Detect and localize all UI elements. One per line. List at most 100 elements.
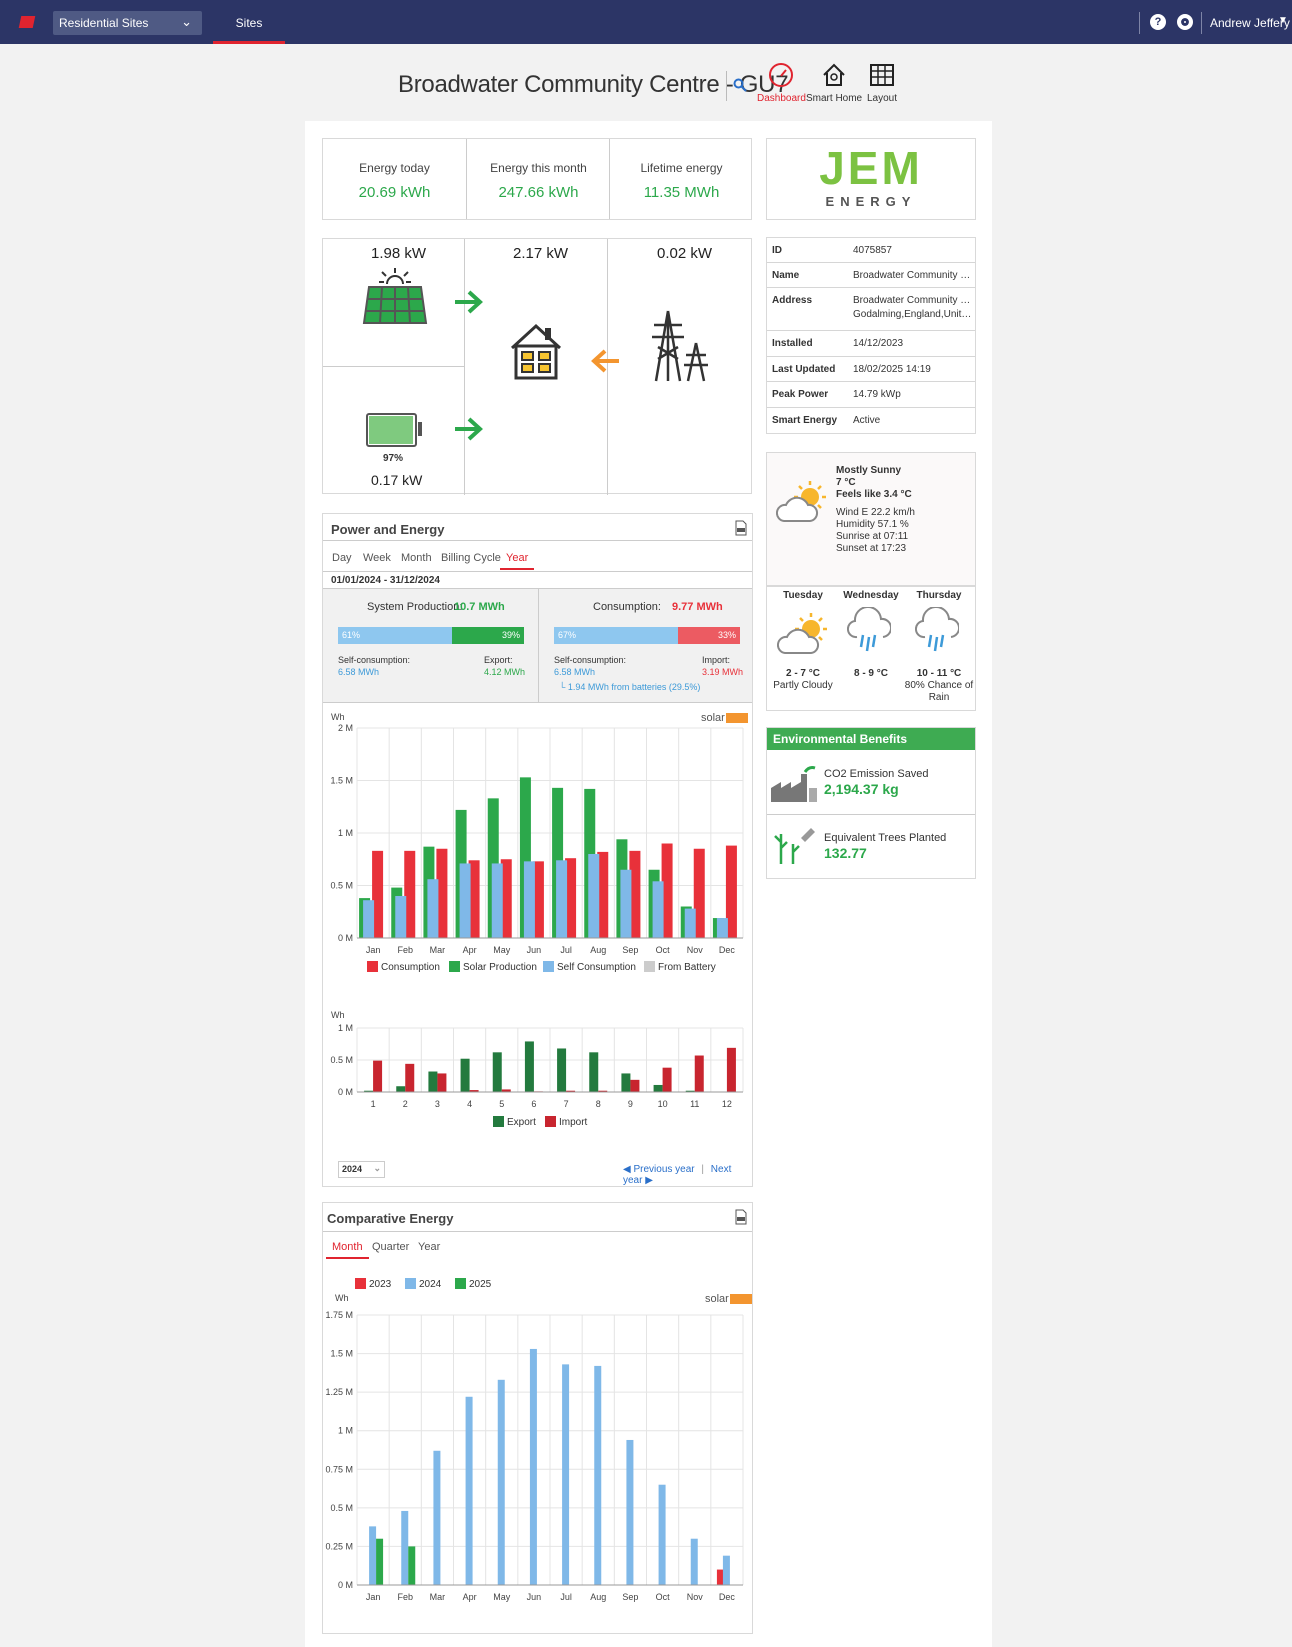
bar-2023[interactable] (716, 1569, 724, 1585)
bar-2024[interactable] (369, 1526, 377, 1585)
bar-2024[interactable] (465, 1396, 473, 1585)
x-tick-label: Mar (430, 945, 446, 955)
bar-import[interactable] (630, 1079, 640, 1092)
legend-label[interactable]: 2023 (369, 1279, 392, 1290)
legend-label[interactable]: Self Consumption (557, 962, 636, 973)
tab-year[interactable]: Year (418, 1241, 440, 1253)
tab-month[interactable]: Month (401, 552, 432, 564)
bar-self-consumption[interactable] (556, 860, 568, 938)
bar-import[interactable] (726, 1047, 736, 1092)
legend-label[interactable]: 2025 (469, 1279, 492, 1290)
legend-swatch[interactable] (449, 961, 460, 972)
x-tick-label: May (493, 945, 511, 955)
bar-import[interactable] (662, 1067, 672, 1092)
bar-self-consumption[interactable] (395, 896, 407, 938)
bar-export[interactable] (524, 1041, 534, 1092)
battery-note: └ 1.94 MWh from batteries (29.5%) (559, 682, 701, 692)
bar-self-consumption[interactable] (427, 879, 439, 938)
bar-export[interactable] (653, 1084, 663, 1092)
bar-2024[interactable] (594, 1365, 602, 1585)
legend-swatch[interactable] (644, 961, 655, 972)
legend-label[interactable]: Consumption (381, 962, 440, 973)
nav-smart-home[interactable]: Smart Home (806, 62, 862, 104)
tab-sites[interactable]: Sites (213, 0, 285, 44)
bar-import[interactable] (694, 1055, 704, 1092)
bar-2024[interactable] (497, 1379, 505, 1585)
legend-swatch[interactable] (355, 1278, 366, 1289)
power-energy-chart: 0 M 0.5 M 1 M 1.5 M 2 MWh Jan Feb Mar Apr May Jun J… (330, 712, 744, 973)
bar-self-consumption[interactable] (363, 900, 375, 938)
bar-2024[interactable] (529, 1348, 537, 1585)
weather-condition: Mostly Sunny (836, 465, 902, 476)
tab-week[interactable]: Week (363, 552, 391, 564)
bar-self-consumption[interactable] (588, 854, 600, 938)
tab-day[interactable]: Day (332, 552, 352, 564)
legend-label[interactable]: 2024 (419, 1279, 442, 1290)
caret-left-icon[interactable]: ◀ (623, 1164, 631, 1175)
bar-2024[interactable] (658, 1484, 666, 1585)
bar-2024[interactable] (433, 1450, 441, 1585)
question-icon[interactable]: ? (1150, 14, 1166, 30)
bar-self-consumption[interactable] (716, 918, 728, 938)
page-title: Broadwater Community Centre - GU7 (398, 71, 789, 98)
bar-2024[interactable] (722, 1555, 730, 1585)
legend-label[interactable]: From Battery (658, 962, 716, 973)
search-icon[interactable] (733, 78, 747, 92)
bar-2024[interactable] (690, 1538, 698, 1585)
bar-export[interactable] (557, 1048, 567, 1092)
legend-swatch[interactable] (405, 1278, 416, 1289)
bar-import[interactable] (405, 1063, 415, 1092)
tab-billing-cycle[interactable]: Billing Cycle (441, 552, 501, 564)
legend-swatch[interactable] (455, 1278, 466, 1289)
lifebuoy-icon[interactable] (1177, 14, 1193, 30)
caret-right-icon[interactable]: ▶ (645, 1175, 653, 1186)
export-csv-icon[interactable] (735, 1209, 747, 1225)
bar-2024[interactable] (626, 1439, 634, 1585)
legend-swatch[interactable] (545, 1116, 556, 1127)
stat-value: 20.69 kWh (358, 184, 431, 201)
previous-year-link[interactable]: Previous year (633, 1164, 694, 1175)
bar-2024[interactable] (401, 1510, 409, 1585)
legend-label[interactable]: Solar Production (463, 962, 537, 973)
bar-import[interactable] (373, 1060, 383, 1092)
legend-label[interactable]: Import (559, 1117, 588, 1128)
legend-swatch[interactable] (493, 1116, 504, 1127)
nav-layout[interactable]: Layout (867, 62, 897, 104)
battery-power: 0.17 kW (371, 472, 423, 488)
year-select[interactable]: 2024 ⌄ (338, 1161, 385, 1178)
bar-export[interactable] (621, 1073, 631, 1092)
bar-export[interactable] (428, 1071, 438, 1092)
bar-export[interactable] (460, 1058, 470, 1092)
forecast-desc: Rain (928, 692, 950, 703)
factory-icon (771, 766, 817, 802)
bar-self-consumption[interactable] (459, 863, 471, 938)
bar-export[interactable] (589, 1052, 599, 1092)
legend-label[interactable]: Export (507, 1117, 536, 1128)
legend-swatch[interactable] (367, 961, 378, 972)
bar-2025[interactable] (408, 1546, 416, 1585)
co2-value: 2,194.37 kg (824, 781, 899, 797)
export-csv-icon[interactable] (735, 520, 747, 536)
bar-self-consumption[interactable] (523, 861, 535, 938)
bar-self-consumption[interactable] (652, 881, 664, 938)
bar-2025[interactable] (376, 1538, 384, 1585)
bar-import[interactable] (437, 1073, 447, 1092)
bar-export[interactable] (492, 1052, 502, 1092)
legend-swatch[interactable] (543, 961, 554, 972)
bar-self-consumption[interactable] (491, 863, 503, 938)
tab-month[interactable]: Month (326, 1241, 369, 1259)
caret-down-icon[interactable]: ▼ (1278, 15, 1288, 26)
tab-year[interactable]: Year (499, 552, 535, 570)
bar-self-consumption[interactable] (620, 869, 632, 938)
self-consumption-label: Self-consumption: (338, 655, 411, 665)
nav-dashboard[interactable]: Dashboard (757, 62, 806, 104)
consumption-summary: Consumption: 9.77 MWh 67% 33% Self-consu… (539, 589, 752, 702)
bar-export[interactable] (396, 1086, 406, 1092)
tab-quarter[interactable]: Quarter (372, 1241, 409, 1253)
bar-2024[interactable] (562, 1364, 570, 1585)
info-value: 18/02/2025 14:19 (853, 364, 931, 375)
bar-self-consumption[interactable] (684, 908, 696, 938)
site-selector[interactable]: Residential Sites ⌄ (53, 11, 202, 35)
app-logo[interactable] (18, 16, 36, 28)
production-summary: System Production: 10.7 MWh 61% 39% Self… (323, 589, 538, 702)
